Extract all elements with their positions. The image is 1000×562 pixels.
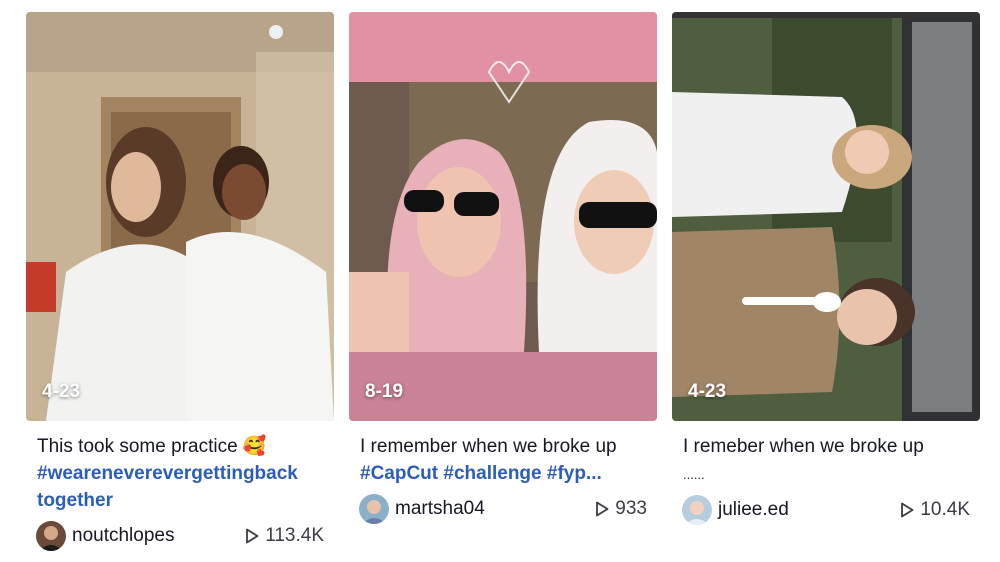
view-count-value: 113.4K [265, 525, 324, 546]
avatar[interactable] [36, 521, 66, 551]
caption-text: I remeber when we broke up [683, 436, 924, 457]
video-grid: 4-23 This took some practice 🥰 #wearenev… [0, 0, 1000, 562]
caption-extra: ...... [683, 467, 705, 482]
play-icon [246, 528, 259, 544]
video-card[interactable]: 4-23 I remeber when we broke up ...... j… [672, 12, 980, 526]
avatar[interactable] [359, 494, 389, 524]
caption-text: I remember when we broke up [360, 436, 617, 457]
author-link[interactable]: noutchlopes [36, 521, 174, 551]
view-count-value: 10.4K [920, 499, 970, 520]
video-meta: noutchlopes 113.4K [26, 520, 334, 552]
play-icon [596, 501, 609, 517]
video-card[interactable]: 4-23 This took some practice 🥰 #wearenev… [26, 12, 334, 552]
video-thumbnail[interactable]: 4-23 [672, 12, 980, 421]
view-count: 10.4K [900, 499, 970, 521]
video-thumbnail[interactable]: 8-19 [349, 12, 657, 421]
avatar[interactable] [682, 495, 712, 525]
author-name[interactable]: martsha04 [395, 498, 485, 520]
view-count-value: 933 [615, 498, 647, 519]
video-meta: juliee.ed 10.4K [672, 494, 980, 526]
author-link[interactable]: martsha04 [359, 494, 485, 524]
thumbnail-image [349, 12, 657, 421]
play-icon [901, 502, 914, 518]
video-meta: martsha04 933 [349, 493, 657, 525]
thumbnail-image [672, 12, 980, 421]
hashtag-link[interactable]: #CapCut #challenge #fyp... [360, 463, 602, 484]
emoji: 🥰 [242, 436, 267, 457]
video-thumbnail[interactable]: 4-23 [26, 12, 334, 421]
post-date: 8-19 [365, 381, 404, 402]
hashtag-link[interactable]: together [37, 490, 113, 511]
post-date: 4-23 [42, 381, 81, 402]
video-card[interactable]: 8-19 I remember when we broke up #CapCut… [349, 12, 657, 525]
view-count: 113.4K [245, 525, 324, 547]
author-name[interactable]: noutchlopes [72, 525, 174, 547]
video-caption: I remeber when we broke up ...... [672, 433, 980, 488]
thumbnail-image [26, 12, 334, 421]
hashtag-link[interactable]: #weareneverevergettingback [37, 463, 298, 484]
post-date: 4-23 [688, 381, 727, 402]
author-name[interactable]: juliee.ed [718, 499, 789, 521]
caption-text: This took some practice [37, 436, 238, 457]
video-caption: I remember when we broke up #CapCut #cha… [349, 433, 657, 487]
video-caption: This took some practice 🥰 #wearenevereve… [26, 433, 334, 514]
view-count: 933 [595, 498, 647, 520]
author-link[interactable]: juliee.ed [682, 495, 789, 525]
